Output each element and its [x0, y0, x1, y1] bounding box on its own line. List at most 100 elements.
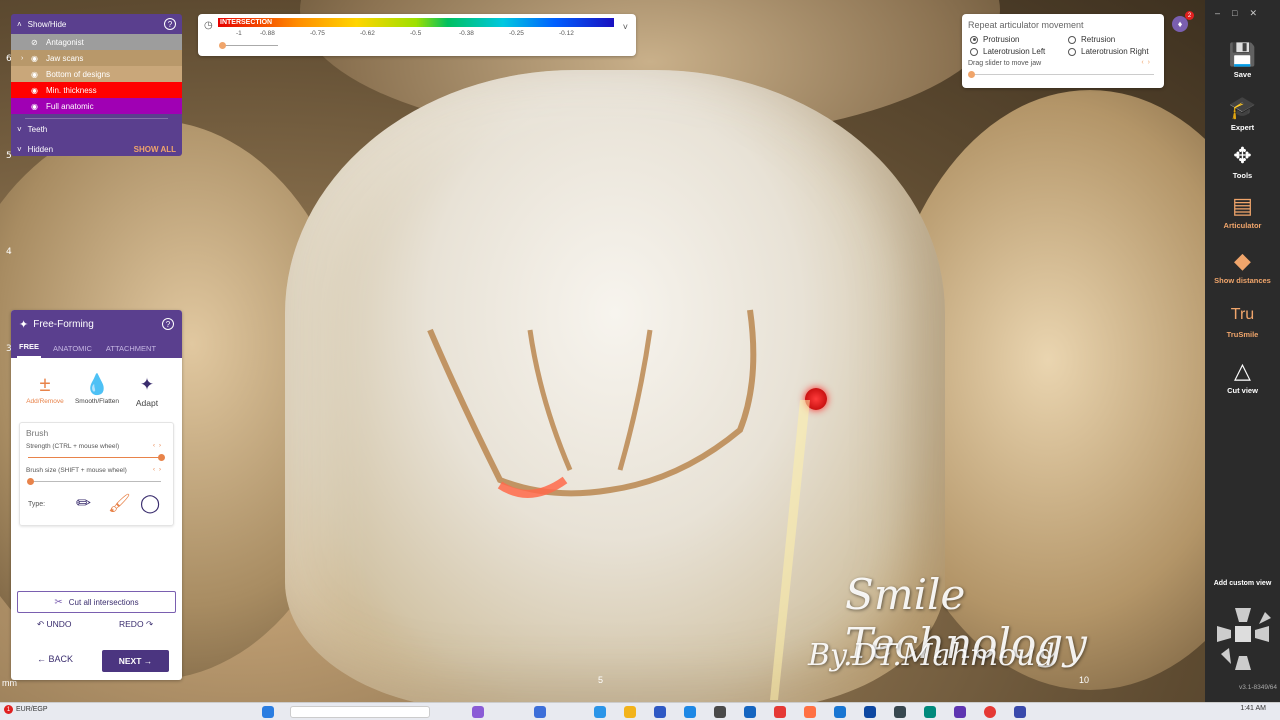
add-remove-tool[interactable]: ± Add/Remove [17, 372, 73, 405]
toolbar-trusmile[interactable]: Tru TruSmile [1205, 302, 1280, 339]
toolbar-expert[interactable]: 🎓 Expert [1205, 95, 1280, 132]
layer-jaw-scans[interactable]: › ◉ Jaw scans [11, 50, 182, 66]
back-label: BACK [48, 654, 74, 664]
start-menu-icon[interactable] [262, 706, 274, 718]
radio-laterotrusion-right[interactable]: Laterotrusion Right [1068, 47, 1149, 56]
watermark: Smile Technology By.DT.Mahmoud [800, 570, 1180, 690]
folder-icon[interactable] [624, 706, 636, 718]
smooth-flatten-tool[interactable]: 💧 Smooth/Flatten [69, 372, 125, 405]
toolbar-cut-view[interactable]: △ Cut view [1205, 358, 1280, 395]
taskbar-app-icon[interactable] [864, 706, 876, 718]
brush-type-cylinder-icon[interactable]: ◯ [140, 493, 160, 514]
hidden-section-toggle[interactable]: ˅ Hidden SHOW ALL [11, 139, 182, 156]
radio-laterotrusion-left[interactable]: Laterotrusion Left [970, 47, 1045, 56]
taskbar-app-icon[interactable] [894, 706, 906, 718]
view-cube-icon[interactable] [1213, 604, 1273, 674]
chrome-icon[interactable] [984, 706, 996, 718]
toolbar-label: Show distances [1214, 276, 1271, 285]
scale-tick: -0.62 [360, 30, 375, 37]
radio-label: Laterotrusion Right [1081, 47, 1149, 56]
taskbar-app-icon[interactable] [472, 706, 484, 718]
teeth-section-toggle[interactable]: ˅ Teeth [11, 119, 182, 139]
taskbar-app-icon[interactable] [804, 706, 816, 718]
stepper-arrows-icon[interactable]: ‹› [1141, 59, 1154, 66]
next-button[interactable]: NEXT → [102, 650, 169, 672]
taskbar-app-icon[interactable] [774, 706, 786, 718]
widget-badge: 1 [4, 705, 13, 714]
layer-label: Bottom of designs [46, 69, 111, 79]
tab-anatomic[interactable]: ANATOMIC [51, 344, 94, 358]
stepper-arrows-icon[interactable]: ‹› [153, 467, 165, 473]
taskbar-app-icon[interactable] [684, 706, 696, 718]
toolbar-label: Expert [1230, 123, 1255, 132]
intersection-slider-track[interactable] [222, 45, 278, 46]
toolbar-show-distances[interactable]: ◆ Show distances [1205, 248, 1280, 285]
toolbar-articulator[interactable]: ▤ Articulator [1205, 193, 1280, 230]
show-hide-title: Show/Hide [27, 19, 67, 29]
toolbar-save[interactable]: 💾 Save [1205, 42, 1280, 79]
window-controls[interactable]: –□✕ [1215, 8, 1269, 19]
arrow-left-icon: ← [37, 654, 46, 664]
radio-protrusion[interactable]: Protrusion [970, 35, 1019, 44]
trusmile-icon: Tru [1230, 306, 1255, 323]
search-box[interactable] [290, 706, 430, 718]
articulator-title: Repeat articulator movement [968, 20, 1084, 30]
layer-full-anatomic[interactable]: ◉ Full anatomic [11, 98, 182, 114]
taskbar-app-icon[interactable] [924, 706, 936, 718]
eye-icon[interactable]: ◉ [31, 102, 42, 111]
intersection-slider-handle[interactable] [219, 42, 226, 49]
toolbar-tools[interactable]: ✥ Tools [1205, 143, 1280, 180]
eye-icon[interactable]: ◉ [31, 54, 42, 63]
taskbar-app-icon[interactable] [834, 706, 846, 718]
chevron-right-icon[interactable]: › [21, 55, 31, 62]
layer-label: Antagonist [46, 37, 84, 47]
free-forming-panel: ✦ Free-Forming ? FREE ANATOMIC ATTACHMEN… [11, 310, 182, 680]
stepper-arrows-icon[interactable]: ‹› [153, 443, 165, 449]
taskbar-app-icon[interactable] [954, 706, 966, 718]
articulator-icon: ▤ [1232, 193, 1253, 218]
jaw-slider-track[interactable] [970, 74, 1154, 75]
adapt-tool[interactable]: ✦ Adapt [119, 372, 175, 408]
undo-button[interactable]: ↶ UNDO [37, 619, 72, 630]
taskbar-app-icon[interactable] [594, 706, 606, 718]
help-icon[interactable]: ? [162, 318, 174, 330]
brush-type-stamp-icon[interactable]: ✏ [76, 493, 91, 514]
show-all-button[interactable]: SHOW ALL [134, 145, 176, 154]
redo-button[interactable]: REDO ↷ [119, 619, 153, 630]
cut-all-intersections-button[interactable]: ✂ Cut all intersections [17, 591, 176, 613]
eye-icon[interactable]: ◉ [31, 70, 42, 79]
brush-type-paint-icon[interactable]: 🖌 [108, 493, 131, 514]
taskbar-app-icon[interactable] [654, 706, 666, 718]
taskbar-app-icon[interactable] [714, 706, 726, 718]
tab-free[interactable]: FREE [17, 342, 42, 358]
add-custom-view-button[interactable]: Add custom view [1205, 580, 1280, 587]
radio-icon[interactable] [1068, 35, 1076, 44]
radio-icon[interactable] [970, 47, 978, 56]
scale-tick: -0.75 [310, 30, 325, 37]
tab-attachment[interactable]: ATTACHMENT [104, 344, 158, 358]
radio-icon[interactable] [1068, 47, 1076, 56]
taskbar-app-icon[interactable] [534, 706, 546, 718]
back-button[interactable]: ← BACK [37, 654, 73, 664]
layer-min-thickness[interactable]: ◉ Min. thickness [11, 82, 182, 98]
occlusal-groove [427, 309, 757, 498]
strength-slider-handle[interactable] [158, 454, 165, 461]
layer-bottom-of-designs[interactable]: ◉ Bottom of designs [11, 66, 182, 82]
taskbar-app-icon[interactable] [744, 706, 756, 718]
jaw-slider-handle[interactable] [968, 71, 975, 78]
eye-off-icon[interactable]: ⊘ [31, 38, 42, 47]
redo-label: REDO [119, 619, 144, 629]
show-hide-header[interactable]: ˄ Show/Hide ? [11, 14, 182, 34]
brush-size-slider-track[interactable] [28, 481, 161, 482]
chevron-down-icon[interactable]: ˅ [623, 22, 628, 32]
layer-antagonist[interactable]: ⊘ Antagonist [11, 34, 182, 50]
adapt-icon: ✦ [139, 375, 155, 394]
eye-icon[interactable]: ◉ [31, 86, 42, 95]
currency-widget[interactable]: 1 EUR/EGP [4, 705, 48, 714]
brush-title: Brush [26, 428, 49, 438]
radio-retrusion[interactable]: Retrusion [1068, 35, 1115, 44]
radio-selected-icon[interactable] [970, 35, 978, 44]
help-icon[interactable]: ? [164, 18, 176, 30]
brush-size-slider-handle[interactable] [27, 478, 34, 485]
taskbar-app-icon[interactable] [1014, 706, 1026, 718]
